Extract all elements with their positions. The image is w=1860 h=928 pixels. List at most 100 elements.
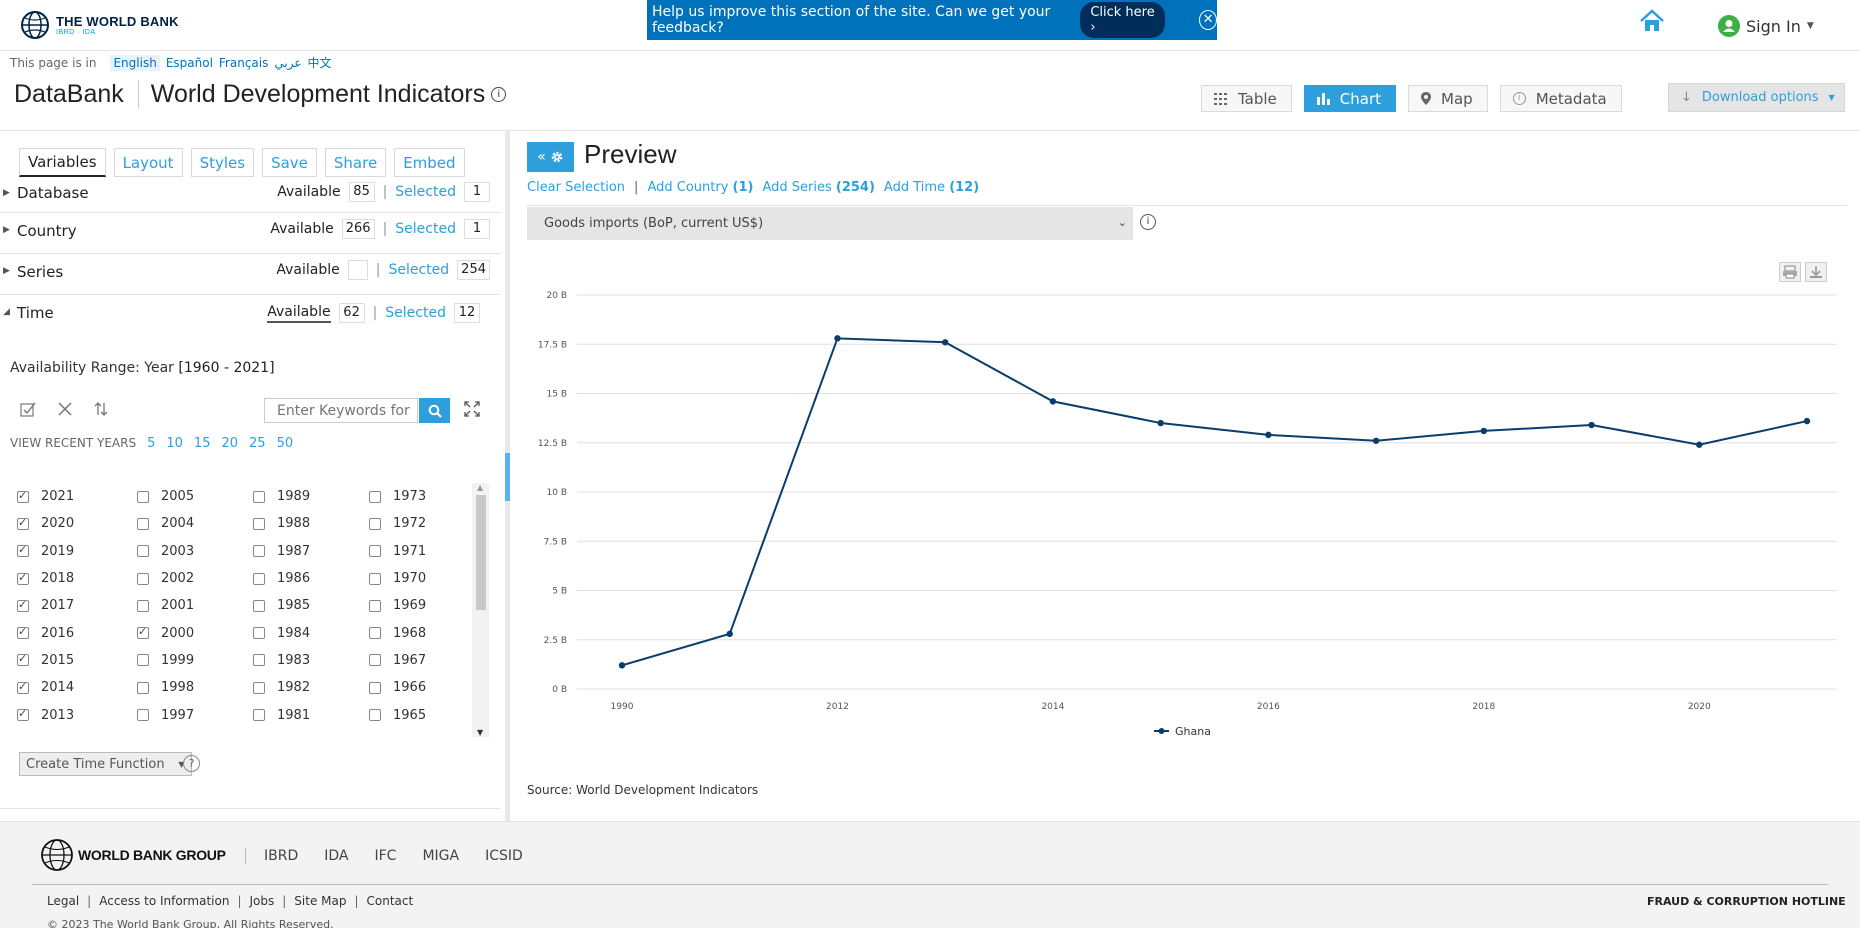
selected-link[interactable]: Selected [385,305,446,321]
tab-embed[interactable]: Embed [394,148,465,177]
year-checkbox[interactable] [369,709,381,722]
year-checkbox[interactable] [137,709,149,722]
year-option[interactable]: 2014 [17,674,74,701]
select-all-icon[interactable] [20,401,36,417]
create-time-function-dropdown[interactable]: Create Time Function ▼ [19,752,192,776]
databank-brand[interactable]: DataBank [14,80,139,109]
org-icsid[interactable]: ICSID [472,848,536,864]
year-option[interactable]: 2021 [17,483,74,510]
year-checkbox[interactable] [137,654,149,667]
link-legal[interactable]: Legal [47,894,79,908]
year-checkbox[interactable] [253,572,265,585]
year-list-scrollbar[interactable]: ▲ ▼ [472,483,489,737]
tab-variables[interactable]: Variables [19,148,106,177]
year-option[interactable]: 2003 [137,538,194,565]
year-checkbox[interactable] [253,517,265,530]
selected-link[interactable]: Selected [395,184,456,200]
close-icon[interactable]: ✕ [1199,10,1217,30]
recent-5[interactable]: 5 [147,436,155,451]
year-option[interactable]: 2001 [137,592,194,619]
download-options-button[interactable]: ↓ Download options ▼ [1668,83,1845,112]
year-checkbox[interactable] [17,598,29,612]
year-option[interactable]: 1972 [369,510,426,537]
year-option[interactable]: 2019 [17,538,74,565]
year-option[interactable]: 1969 [369,592,426,619]
keyword-search-button[interactable] [419,398,450,423]
section-time[interactable]: ◢ Time Available 62 | Selected 12 [0,295,500,336]
sign-in-button[interactable]: Sign In ▼ [1718,15,1814,37]
download-chart-button[interactable] [1805,262,1827,282]
clear-icon[interactable] [58,402,72,416]
section-database[interactable]: ▶ Database Available 85 | Selected 1 [0,180,500,213]
year-checkbox[interactable] [369,627,381,640]
collapse-panel-button[interactable]: « [527,142,574,172]
year-option[interactable]: 2002 [137,565,194,592]
year-checkbox[interactable] [369,572,381,585]
year-checkbox[interactable] [369,517,381,530]
world-bank-group-logo[interactable]: WORLD BANK GROUP [40,838,226,872]
tab-share[interactable]: Share [324,148,387,177]
year-checkbox[interactable] [137,517,149,530]
tab-layout[interactable]: Layout [113,148,183,177]
link-jobs[interactable]: Jobs [249,894,274,908]
org-miga[interactable]: MIGA [409,848,472,864]
scroll-down-icon[interactable]: ▼ [477,728,483,737]
available-label[interactable]: Available [267,304,331,323]
year-option[interactable]: 1971 [369,538,426,565]
year-option[interactable]: 1987 [253,538,310,565]
year-checkbox[interactable] [253,654,265,667]
year-checkbox[interactable] [369,599,381,612]
scroll-up-icon[interactable]: ▲ [477,483,483,492]
year-option[interactable]: 2005 [137,483,194,510]
year-checkbox[interactable] [253,599,265,612]
year-option[interactable]: 1988 [253,510,310,537]
year-option[interactable]: 1973 [369,483,426,510]
year-option[interactable]: 1966 [369,674,426,701]
year-option[interactable]: 1965 [369,701,426,728]
recent-15[interactable]: 15 [194,436,211,451]
table-view-button[interactable]: Table [1201,85,1292,112]
year-checkbox[interactable] [17,543,29,558]
recent-20[interactable]: 20 [221,436,238,451]
section-country[interactable]: ▶ Country Available 266 | Selected 1 [0,213,500,254]
year-option[interactable]: 1997 [137,701,194,728]
year-option[interactable]: 1970 [369,565,426,592]
year-checkbox[interactable] [137,545,149,558]
map-view-button[interactable]: Map [1408,85,1488,112]
selected-link[interactable]: Selected [388,262,449,278]
metadata-view-button[interactable]: i Metadata [1499,85,1622,112]
keyword-search-input[interactable] [264,398,418,423]
link-contact[interactable]: Contact [367,894,414,908]
year-option[interactable]: 2018 [17,565,74,592]
year-option[interactable]: 1986 [253,565,310,592]
org-ibrd[interactable]: IBRD [245,848,311,864]
year-checkbox[interactable] [17,489,29,503]
link-access-to-information[interactable]: Access to Information [99,894,229,908]
year-option[interactable]: 2020 [17,510,74,537]
recent-50[interactable]: 50 [277,436,294,451]
org-ifc[interactable]: IFC [362,848,410,864]
year-checkbox[interactable] [17,707,29,722]
year-checkbox[interactable] [137,625,149,640]
language-arabic[interactable]: عربي [274,56,301,70]
year-checkbox[interactable] [17,625,29,640]
year-option[interactable]: 2017 [17,592,74,619]
year-checkbox[interactable] [17,571,29,585]
year-option[interactable]: 2015 [17,647,74,674]
recent-25[interactable]: 25 [249,436,266,451]
year-checkbox[interactable] [369,490,381,503]
year-option[interactable]: 2016 [17,619,74,646]
language-chinese[interactable]: 中文 [308,54,332,71]
info-icon[interactable]: i [491,87,507,102]
year-option[interactable]: 1982 [253,674,310,701]
sort-icon[interactable] [94,402,108,416]
year-option[interactable]: 1981 [253,701,310,728]
tab-styles[interactable]: Styles [190,148,255,177]
year-checkbox[interactable] [253,545,265,558]
year-option[interactable]: 1983 [253,647,310,674]
year-checkbox[interactable] [137,490,149,503]
year-option[interactable]: 1968 [369,619,426,646]
clear-selection-link[interactable]: Clear Selection [527,180,625,195]
language-french[interactable]: Français [219,56,268,70]
scrollbar-thumb[interactable] [476,495,486,610]
